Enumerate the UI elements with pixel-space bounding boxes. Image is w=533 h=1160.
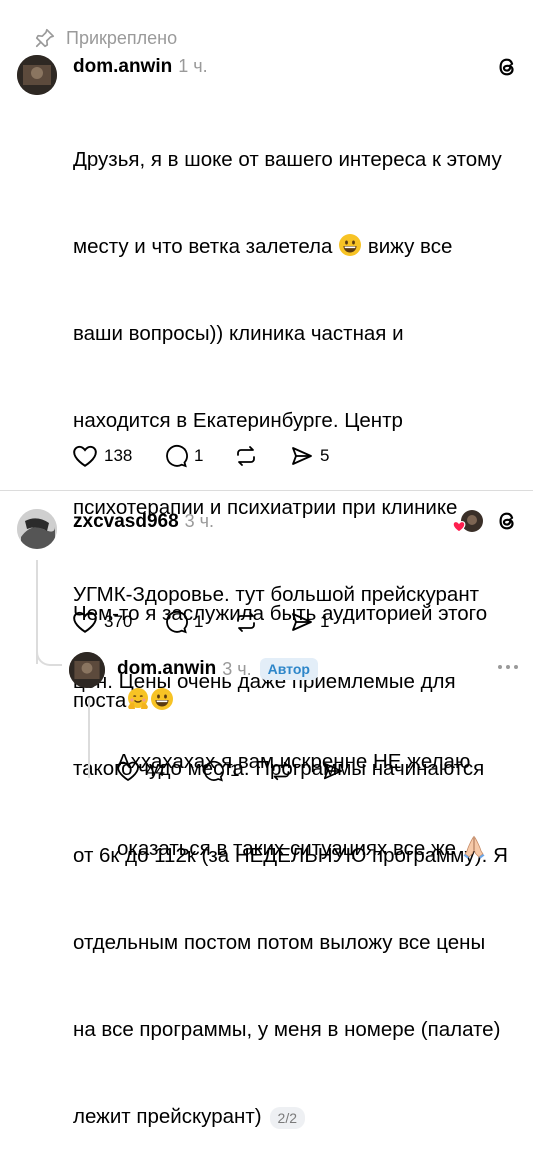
reply-count: 1: [194, 446, 204, 465]
post-username[interactable]: dom.anwin: [117, 658, 216, 680]
avatar[interactable]: [69, 652, 105, 688]
post-username[interactable]: zxcvasd968: [73, 511, 179, 533]
threads-logo-icon[interactable]: [496, 510, 518, 532]
thread-connector-curve: [36, 646, 62, 666]
post-body: Аххахахах я вам искренне НЕ желаю оказат…: [117, 689, 527, 892]
folded-hands-emoji-icon: [463, 835, 485, 859]
repost-icon: [272, 761, 290, 781]
threads-logo-icon[interactable]: [496, 56, 518, 78]
send-icon: [292, 613, 312, 631]
heart-badge-icon: [452, 520, 466, 533]
post-text-line: лежит прейскурант) 2/2: [73, 1102, 523, 1131]
post-time: 1 ч.: [178, 56, 208, 76]
post-text-line: ваши вопросы)) клиника частная и: [73, 322, 404, 345]
like-count: 370: [104, 612, 133, 631]
reply-button[interactable]: 1: [164, 444, 234, 468]
reply-button[interactable]: 1: [164, 610, 234, 634]
reply-count: 1: [230, 761, 240, 780]
liked-by-author-indicator: [452, 508, 484, 536]
reply-button[interactable]: 1: [202, 760, 270, 782]
post-username[interactable]: dom.anwin: [73, 56, 172, 78]
post-text-line: находится в Екатеринбурге. Центр: [73, 409, 403, 432]
share-button[interactable]: 1: [290, 610, 329, 634]
post-text-line: Друзья, я в шоке от вашего интереса к эт…: [73, 148, 502, 171]
share-button[interactable]: [322, 760, 344, 782]
post-text-line: на все программы, у меня в номере (палат…: [73, 1018, 501, 1041]
repost-icon: [237, 612, 255, 632]
comment-icon: [166, 444, 188, 468]
post-time: 3 ч.: [184, 511, 215, 531]
author-badge: Автор: [259, 658, 318, 680]
pinned-label: Прикреплено: [66, 27, 178, 48]
avatar[interactable]: [17, 55, 57, 95]
like-button[interactable]: 44: [116, 760, 202, 782]
post-text-line: оказаться в таких ситуациях все же: [117, 834, 527, 863]
comment-icon: [166, 610, 188, 634]
post-actions: 138 1 5: [72, 444, 329, 468]
more-icon[interactable]: [496, 662, 520, 672]
page-badge: 2/2: [269, 1106, 306, 1129]
repost-button[interactable]: [234, 444, 290, 468]
like-count: 44: [146, 761, 165, 780]
like-button[interactable]: 138: [72, 444, 164, 468]
avatar[interactable]: [17, 509, 57, 549]
share-button[interactable]: 5: [290, 444, 329, 468]
heart-icon: [117, 761, 139, 782]
grinning-emoji-icon: [339, 234, 362, 256]
send-icon: [292, 447, 312, 465]
post-text-line: отдельным постом потом выложу все цены: [73, 931, 486, 954]
repost-button[interactable]: [270, 760, 322, 782]
like-count: 138: [104, 446, 133, 465]
repost-button[interactable]: [234, 610, 290, 634]
post-text-line: месту и что ветка залетела вижу все: [73, 234, 453, 258]
like-button[interactable]: 370: [72, 610, 164, 634]
post-time: 3 ч.: [222, 658, 252, 679]
pin-icon: [35, 28, 55, 48]
reply-count: 1: [194, 612, 204, 631]
thread-line: [88, 698, 90, 778]
post-actions: 44 1: [116, 760, 344, 782]
heart-icon: [73, 611, 97, 633]
repost-icon: [237, 446, 255, 466]
divider: [0, 490, 533, 491]
pinned-header: Прикреплено: [34, 25, 177, 51]
share-count: 1: [320, 612, 330, 631]
share-count: 5: [320, 446, 330, 465]
comment-icon: [203, 760, 224, 782]
post-actions: 370 1 1: [72, 610, 329, 634]
send-icon: [323, 762, 343, 780]
heart-icon: [73, 445, 97, 467]
